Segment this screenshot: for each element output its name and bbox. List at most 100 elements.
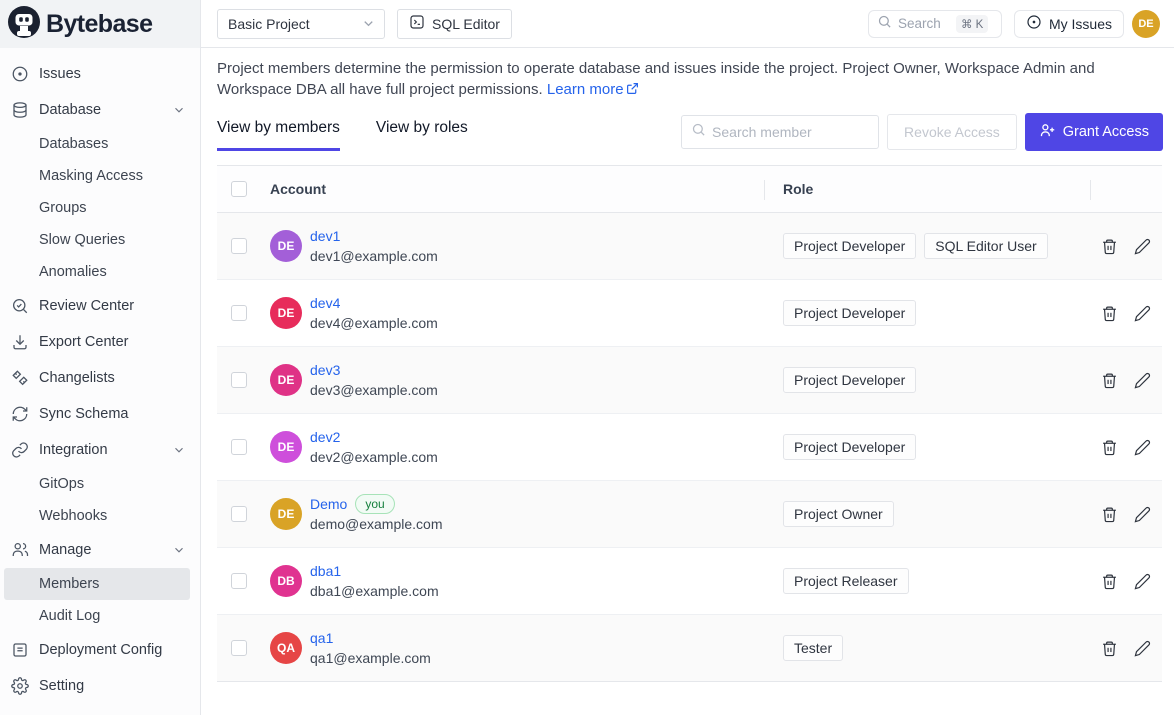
- edit-pencil-icon[interactable]: [1134, 573, 1151, 590]
- trash-icon[interactable]: [1101, 640, 1118, 657]
- member-email: dev1@example.com: [310, 248, 438, 264]
- my-issues-button[interactable]: My Issues: [1014, 10, 1124, 38]
- gear-icon: [10, 676, 30, 696]
- sidebar-item-audit-log[interactable]: Audit Log: [0, 600, 200, 632]
- sidebar-item-deployment-config[interactable]: Deployment Config: [0, 632, 200, 668]
- row-checkbox[interactable]: [231, 372, 247, 388]
- project-select-value: Basic Project: [228, 16, 310, 32]
- edit-pencil-icon[interactable]: [1134, 372, 1151, 389]
- sidebar-item-members[interactable]: Members: [4, 568, 190, 600]
- member-name-link[interactable]: dev3: [310, 362, 340, 378]
- trash-icon[interactable]: [1101, 506, 1118, 523]
- sidebar-item-label: Masking Access: [39, 168, 143, 184]
- sidebar-item-sync-schema[interactable]: Sync Schema: [0, 396, 200, 432]
- sidebar-item-label: Members: [39, 576, 99, 592]
- sidebar-item-changelists[interactable]: Changelists: [0, 360, 200, 396]
- column-header-actions: [1090, 166, 1162, 212]
- sidebar-item-label: Groups: [39, 200, 87, 216]
- sidebar-item-review-center[interactable]: Review Center: [0, 288, 200, 324]
- search-shortcut-badge: ⌘ K: [956, 15, 988, 33]
- sidebar-item-label: Issues: [39, 66, 81, 82]
- edit-pencil-icon[interactable]: [1134, 439, 1151, 456]
- sidebar-item-webhooks[interactable]: Webhooks: [0, 500, 200, 532]
- member-name-link[interactable]: Demo: [310, 496, 347, 512]
- member-name-link[interactable]: dba1: [310, 563, 341, 579]
- trash-icon[interactable]: [1101, 573, 1118, 590]
- member-email: dev4@example.com: [310, 315, 438, 331]
- row-checkbox[interactable]: [231, 439, 247, 455]
- row-checkbox[interactable]: [231, 238, 247, 254]
- download-icon: [10, 332, 30, 352]
- chevron-down-icon: [361, 16, 376, 31]
- edit-pencil-icon[interactable]: [1134, 238, 1151, 255]
- sidebar-item-label: Review Center: [39, 298, 134, 314]
- sidebar-item-integration[interactable]: Integration: [0, 432, 200, 468]
- select-all-checkbox[interactable]: [231, 181, 247, 197]
- sidebar-item-label: Integration: [39, 442, 108, 458]
- sidebar-item-manage[interactable]: Manage: [0, 532, 200, 568]
- grant-access-button[interactable]: Grant Access: [1025, 113, 1163, 151]
- trash-icon[interactable]: [1101, 439, 1118, 456]
- external-link-icon: [626, 80, 639, 101]
- project-select[interactable]: Basic Project: [217, 9, 385, 39]
- row-checkbox[interactable]: [231, 305, 247, 321]
- bytebase-robot-icon: [7, 5, 41, 44]
- global-search-input[interactable]: [898, 16, 950, 31]
- edit-pencil-icon[interactable]: [1134, 305, 1151, 322]
- member-email: qa1@example.com: [310, 650, 431, 666]
- sidebar-item-database[interactable]: Database: [0, 92, 200, 128]
- member-search[interactable]: [681, 115, 879, 149]
- sidebar-item-setting[interactable]: Setting: [0, 668, 200, 704]
- sidebar-item-label: Sync Schema: [39, 406, 128, 422]
- global-search[interactable]: ⌘ K: [868, 10, 1002, 38]
- trash-icon[interactable]: [1101, 305, 1118, 322]
- edit-pencil-icon[interactable]: [1134, 640, 1151, 657]
- trash-icon[interactable]: [1101, 238, 1118, 255]
- row-checkbox[interactable]: [231, 573, 247, 589]
- brand-name: Bytebase: [46, 10, 152, 39]
- topbar-right: ⌘ K My Issues DE: [868, 10, 1160, 38]
- user-avatar[interactable]: DE: [1132, 10, 1160, 38]
- search-icon: [691, 122, 706, 142]
- revoke-access-button[interactable]: Revoke Access: [887, 114, 1017, 150]
- avatar: DB: [270, 565, 302, 597]
- sidebar-item-gitops[interactable]: GitOps: [0, 468, 200, 500]
- member-name-link[interactable]: qa1: [310, 630, 333, 646]
- role-badge: Tester: [783, 635, 843, 661]
- sidebar-item-groups[interactable]: Groups: [0, 192, 200, 224]
- terminal-square-icon: [409, 14, 425, 33]
- trash-icon[interactable]: [1101, 372, 1118, 389]
- sql-editor-button[interactable]: SQL Editor: [397, 9, 512, 39]
- member-name-link[interactable]: dev4: [310, 295, 340, 311]
- table-row: DE dev1dev1@example.com Project Develope…: [217, 213, 1162, 280]
- circle-dot-icon: [1026, 14, 1042, 33]
- bytebase-logo[interactable]: Bytebase: [0, 0, 200, 48]
- role-badge: Project Developer: [783, 233, 916, 259]
- row-checkbox[interactable]: [231, 640, 247, 656]
- sidebar-item-issues[interactable]: Issues: [0, 56, 200, 92]
- database-icon: [10, 100, 30, 120]
- main-area: Basic Project SQL Editor ⌘ K My Issues D…: [201, 0, 1174, 715]
- sidebar-item-anomalies[interactable]: Anomalies: [0, 256, 200, 288]
- learn-more-link[interactable]: Learn more: [547, 81, 639, 98]
- sidebar-item-databases[interactable]: Databases: [0, 128, 200, 160]
- row-checkbox[interactable]: [231, 506, 247, 522]
- top-nav: Basic Project SQL Editor ⌘ K My Issues D…: [201, 0, 1174, 48]
- tab-view-by-members[interactable]: View by members: [217, 119, 340, 151]
- sidebar-item-masking-access[interactable]: Masking Access: [0, 160, 200, 192]
- sidebar-item-label: Setting: [39, 678, 84, 694]
- member-search-input[interactable]: [712, 124, 878, 140]
- tab-view-by-roles[interactable]: View by roles: [376, 119, 468, 151]
- sidebar-item-export-center[interactable]: Export Center: [0, 324, 200, 360]
- bytebase-app: Bytebase Issues Database Databases Maski…: [0, 0, 1174, 715]
- search-icon: [877, 14, 892, 34]
- edit-pencil-icon[interactable]: [1134, 506, 1151, 523]
- role-badge: Project Developer: [783, 434, 916, 460]
- sidebar-item-label: Audit Log: [39, 608, 100, 624]
- avatar: DE: [270, 364, 302, 396]
- table-row: DB dba1dba1@example.com Project Releaser: [217, 548, 1162, 615]
- member-name-link[interactable]: dev2: [310, 429, 340, 445]
- sidebar-item-slow-queries[interactable]: Slow Queries: [0, 224, 200, 256]
- sidebar-item-label: GitOps: [39, 476, 84, 492]
- member-name-link[interactable]: dev1: [310, 228, 340, 244]
